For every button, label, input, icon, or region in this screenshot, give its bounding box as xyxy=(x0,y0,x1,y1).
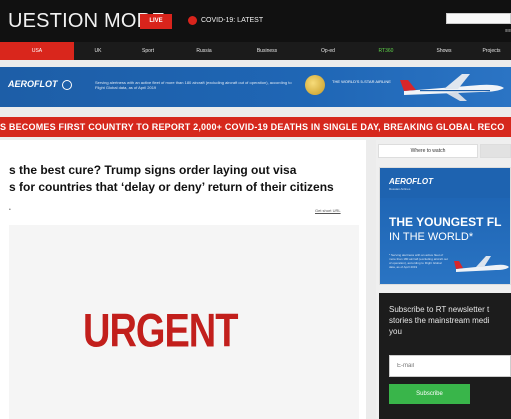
side-ad-title-line2: IN THE WORLD* xyxy=(389,231,474,243)
headline-line-2: s for countries that ‘delay or deny’ ret… xyxy=(9,180,334,194)
award-medal-icon xyxy=(305,75,325,95)
email-field[interactable] xyxy=(389,355,511,377)
covid-dot-icon xyxy=(188,16,197,25)
ad-award-text: THE WORLD'S 5-STAR AIRLINE xyxy=(332,79,391,84)
side-ad-title-line1: THE YOUNGEST FL xyxy=(389,215,502,229)
ticker-text: S BECOMES FIRST COUNTRY TO REPORT 2,000+… xyxy=(0,122,505,132)
article-meta-marker: • xyxy=(9,207,11,213)
airplane-icon xyxy=(400,74,504,101)
subscribe-button[interactable]: Subscribe xyxy=(389,384,470,404)
get-short-url-link[interactable]: Get short URL xyxy=(315,208,341,213)
nav-item-russia[interactable]: Russia xyxy=(174,42,234,60)
nav-item-uk[interactable]: UK xyxy=(74,42,122,60)
nav-item-op-ed[interactable]: Op-ed xyxy=(300,42,356,60)
nav-item-rt360[interactable]: RT360 xyxy=(356,42,416,60)
urgent-label: URGENT xyxy=(83,305,238,358)
newsletter-line-2: stories the mainstream medi xyxy=(389,316,490,325)
tab-where-to-watch[interactable]: Where to watch xyxy=(378,144,478,158)
nav-item-usa[interactable]: USA xyxy=(0,42,74,60)
side-ad-header: AEROFLOT Russian Airlines xyxy=(380,168,510,198)
article-main: s the best cure? Trump signs order layin… xyxy=(0,140,366,419)
newsletter-box: Subscribe to RT newsletter t stories the… xyxy=(379,293,511,419)
live-button[interactable]: LIVE xyxy=(140,14,172,29)
breaking-news-ticker[interactable]: S BECOMES FIRST COUNTRY TO REPORT 2,000+… xyxy=(0,117,511,137)
side-ad-subtitle: Russian Airlines xyxy=(389,187,411,191)
airplane-icon xyxy=(454,256,509,272)
nav-item-business[interactable]: Business xyxy=(234,42,300,60)
rt-page: UESTION MORE LIVE COVID-19: LATEST ≡≡ US… xyxy=(0,0,511,419)
search-input[interactable] xyxy=(446,13,511,24)
menu-icon[interactable]: ≡≡ xyxy=(505,28,511,34)
newsletter-text: Subscribe to RT newsletter t stories the… xyxy=(389,304,511,337)
covid-latest-label: COVID-19: LATEST xyxy=(201,17,264,24)
ad-description: Serving alertness with an active fleet o… xyxy=(95,80,292,90)
newsletter-line-3: you xyxy=(389,327,402,336)
aeroflot-emblem-icon xyxy=(62,80,72,90)
nav-item-sport[interactable]: Sport xyxy=(122,42,174,60)
right-sidebar: Where to watch AEROFLOT Russian Airlines… xyxy=(376,140,511,419)
nav-item-projects[interactable]: Projects xyxy=(472,42,511,60)
article-headline[interactable]: s the best cure? Trump signs order layin… xyxy=(9,162,369,196)
covid-latest-link[interactable]: COVID-19: LATEST xyxy=(188,16,263,25)
sidebar-aeroflot-ad[interactable]: AEROFLOT Russian Airlines THE YOUNGEST F… xyxy=(379,167,511,285)
newsletter-line-1: Subscribe to RT newsletter t xyxy=(389,305,490,314)
headline-line-1: s the best cure? Trump signs order layin… xyxy=(9,163,297,177)
tab-secondary[interactable] xyxy=(480,144,511,158)
top-header: UESTION MORE LIVE COVID-19: LATEST ≡≡ xyxy=(0,0,511,42)
ad-brand-logo: AEROFLOT xyxy=(8,79,58,89)
aeroflot-ad-banner[interactable]: AEROFLOT Serving alertness with an activ… xyxy=(0,67,511,107)
side-ad-fine-print: * Serving alertness with an active fleet… xyxy=(389,253,448,269)
main-nav: USA UK Sport Russia Business Op-ed RT360 Shows P… xyxy=(0,42,511,60)
side-ad-body: THE YOUNGEST FL IN THE WORLD* * Serving … xyxy=(380,198,510,284)
article-hero-image: URGENT xyxy=(9,225,359,419)
side-ad-brand: AEROFLOT xyxy=(389,177,433,186)
nav-item-shows[interactable]: Shows xyxy=(416,42,472,60)
